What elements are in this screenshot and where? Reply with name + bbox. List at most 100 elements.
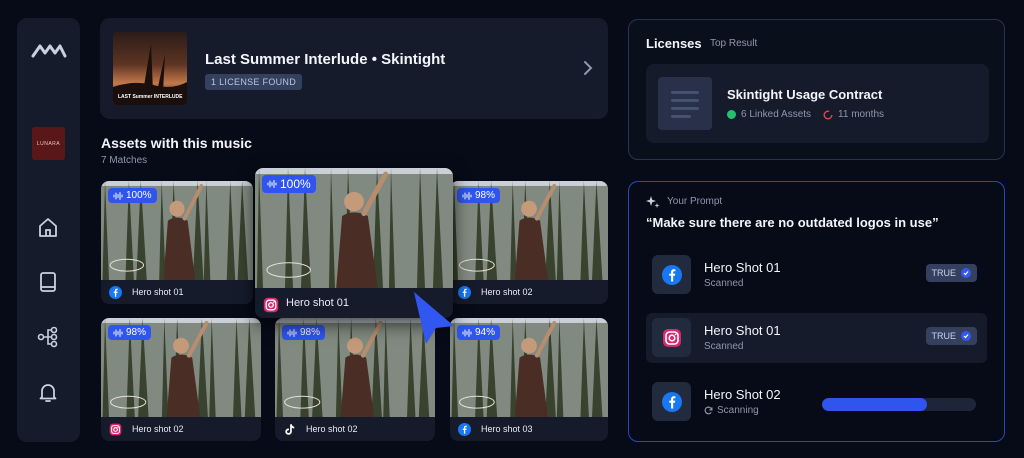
asset-name: Hero shot 01: [286, 297, 349, 309]
result-status-text: Scanned: [704, 341, 744, 352]
instagram-icon: [662, 328, 681, 347]
result-status: Scanning: [704, 405, 759, 416]
duration-ring-icon: [823, 110, 833, 119]
result-value: TRUE: [931, 268, 957, 278]
asset-card[interactable]: 100% Hero shot 01: [101, 181, 253, 304]
licenses-title: Licenses: [646, 36, 702, 51]
match-percent: 98%: [300, 327, 321, 338]
facebook-icon: [458, 422, 471, 436]
platform-icon-tile: [652, 318, 691, 357]
asset-caption: Hero shot 02: [275, 417, 435, 441]
audio-wave-icon: [462, 191, 472, 200]
asset-card[interactable]: 98% Hero shot 02: [275, 318, 435, 441]
facebook-icon: [109, 285, 122, 299]
track-title: Last Summer Interlude • Skintight: [205, 51, 446, 68]
scan-progress-bar: [822, 398, 976, 411]
result-value: TRUE: [931, 331, 957, 341]
audio-wave-icon: [267, 180, 277, 188]
contract-meta: 6 Linked Assets 11 months: [727, 109, 884, 120]
asset-name: Hero shot 01: [132, 287, 184, 297]
track-card[interactable]: LAST Summer INTERLUDE Last Summer Interl…: [100, 18, 608, 119]
result-status: Scanned: [704, 341, 743, 352]
result-status: Scanned: [704, 278, 743, 289]
brand-label: LUNARA: [36, 140, 61, 147]
audio-wave-icon: [287, 328, 297, 337]
result-status-text: Scanning: [717, 405, 759, 416]
asset-name: Hero shot 02: [132, 424, 184, 434]
check-icon: [961, 331, 971, 341]
contract-duration: 11 months: [838, 109, 884, 120]
match-badge: 100%: [262, 175, 316, 193]
prompt-label: Your Prompt: [667, 196, 723, 207]
asset-card[interactable]: 98% Hero shot 02: [450, 181, 608, 304]
result-row[interactable]: Hero Shot 01 Scanned TRUE: [646, 250, 987, 300]
match-badge: 100%: [108, 188, 157, 203]
audio-wave-icon: [113, 328, 123, 337]
match-badge: 98%: [457, 188, 501, 203]
home-icon[interactable]: [36, 216, 60, 240]
match-badge: 98%: [282, 325, 326, 340]
facebook-icon: [661, 264, 682, 285]
asset-caption: Hero shot 02: [450, 280, 608, 304]
result-row[interactable]: Hero Shot 02 Scanning: [646, 377, 987, 427]
license-result[interactable]: Skintight Usage Contract 6 Linked Assets…: [646, 64, 989, 143]
license-badge: 1 LICENSE FOUND: [205, 74, 303, 90]
match-percent: 98%: [475, 190, 496, 201]
chevron-right-icon[interactable]: [581, 59, 595, 77]
cursor-pointer-icon: [414, 292, 454, 344]
app-logo-icon[interactable]: [31, 40, 67, 60]
facebook-icon: [458, 285, 471, 299]
result-asset-name: Hero Shot 02: [704, 387, 781, 402]
asset-card[interactable]: 98% Hero shot 02: [101, 318, 261, 441]
result-badge: TRUE: [925, 264, 977, 282]
platform-icon-tile: [652, 382, 691, 421]
asset-caption: Hero shot 01: [101, 280, 253, 304]
bell-icon[interactable]: [36, 380, 60, 404]
contract-name: Skintight Usage Contract: [727, 87, 883, 102]
result-asset-name: Hero Shot 01: [704, 323, 781, 338]
sparkle-icon: [646, 196, 660, 208]
asset-caption: Hero shot 03: [450, 417, 608, 441]
prompt-card: Your Prompt “Make sure there are no outd…: [628, 181, 1005, 442]
asset-card[interactable]: 94% Hero shot 03: [450, 318, 608, 441]
book-icon[interactable]: [36, 270, 60, 294]
tiktok-icon: [285, 423, 295, 435]
asset-name: Hero shot 03: [481, 424, 533, 434]
match-percent: 94%: [475, 327, 496, 338]
match-badge: 94%: [457, 325, 501, 340]
brand-switcher[interactable]: LUNARA: [32, 127, 65, 160]
assets-match-count: 7 Matches: [101, 155, 148, 166]
linked-assets: 6 Linked Assets: [741, 109, 812, 120]
assets-section-title: Assets with this music: [101, 135, 252, 151]
result-asset-name: Hero Shot 01: [704, 260, 781, 275]
share-network-icon[interactable]: [36, 325, 60, 349]
match-badge: 98%: [108, 325, 152, 340]
prompt-text: “Make sure there are no outdated logos i…: [646, 215, 939, 230]
check-icon: [961, 268, 971, 278]
instagram-icon: [263, 297, 279, 312]
match-percent: 98%: [126, 327, 147, 338]
document-icon: [658, 77, 712, 130]
audio-wave-icon: [462, 328, 472, 337]
album-cover: LAST Summer INTERLUDE: [113, 32, 187, 105]
refresh-icon: [704, 406, 713, 415]
app-root: LUNARA LAST Summer INTERLUDE Last Summer…: [0, 0, 1024, 458]
album-text: LAST Summer INTERLUDE: [118, 94, 183, 100]
licenses-card: Licenses Top Result Skintight Usage Cont…: [628, 19, 1005, 160]
asset-caption: Hero shot 02: [101, 417, 261, 441]
instagram-icon: [109, 423, 122, 435]
asset-name: Hero shot 02: [306, 424, 358, 434]
result-status-text: Scanned: [704, 278, 744, 289]
match-percent: 100%: [280, 177, 311, 191]
result-badge: TRUE: [925, 327, 977, 345]
facebook-icon: [661, 391, 682, 412]
sidebar: LUNARA: [17, 18, 80, 442]
linked-dot-icon: [727, 110, 736, 119]
result-row[interactable]: Hero Shot 01 Scanned TRUE: [646, 313, 987, 363]
audio-wave-icon: [113, 191, 123, 200]
asset-name: Hero shot 02: [481, 287, 533, 297]
licenses-subtitle: Top Result: [710, 38, 758, 49]
match-percent: 100%: [126, 190, 152, 201]
scan-progress-fill: [822, 398, 927, 411]
platform-icon-tile: [652, 255, 691, 294]
